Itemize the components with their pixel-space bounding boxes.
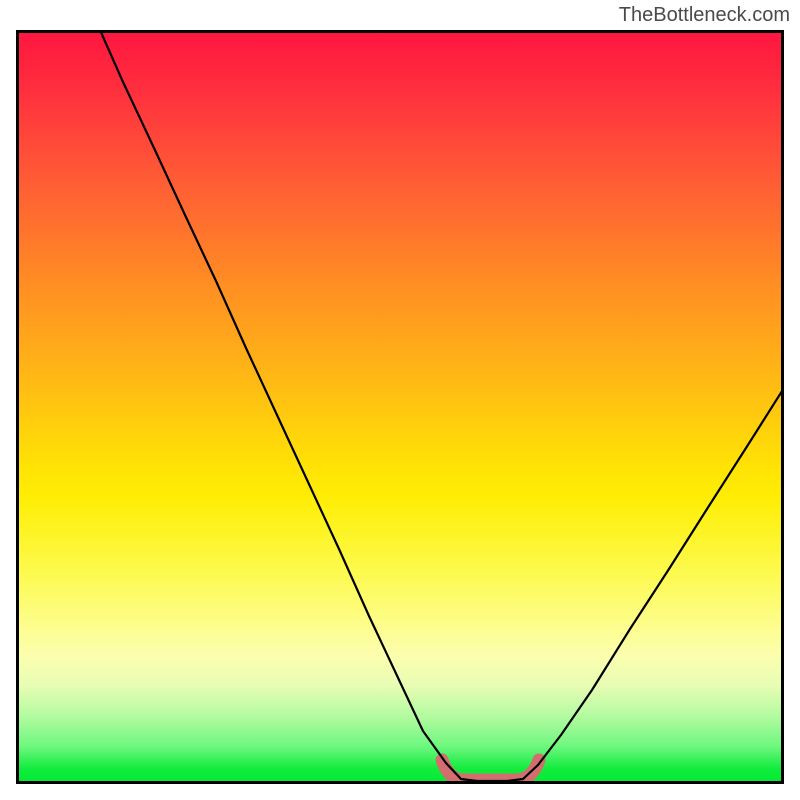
axis-border-left	[16, 30, 19, 784]
axis-border-bottom	[16, 781, 784, 784]
bottleneck-curve	[100, 30, 784, 781]
curve-layer	[16, 30, 784, 784]
plot-area	[16, 30, 784, 784]
axis-border-right	[781, 30, 784, 784]
axis-border-top	[16, 30, 784, 33]
watermark-text: TheBottleneck.com	[619, 4, 790, 27]
